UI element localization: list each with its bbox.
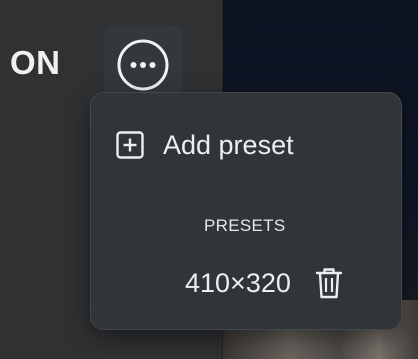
more-horizontal-circle-icon [117, 39, 169, 91]
add-preset-menu-item[interactable]: Add preset [115, 123, 294, 167]
preset-item[interactable]: 410×320 [185, 263, 345, 303]
plus-square-icon [116, 131, 144, 159]
presets-dropdown-menu: Add preset PRESETS 410×320 [90, 92, 402, 330]
toolbar-label: ON [10, 44, 61, 81]
add-preset-label: Add preset [163, 129, 294, 160]
app-window: ON Add preset PRESETS 410×320 [0, 0, 418, 359]
presets-section-header: PRESETS [204, 216, 286, 235]
preset-item-label[interactable]: 410×320 [185, 268, 291, 299]
delete-preset-button[interactable] [313, 264, 345, 302]
trash-icon [315, 268, 343, 299]
